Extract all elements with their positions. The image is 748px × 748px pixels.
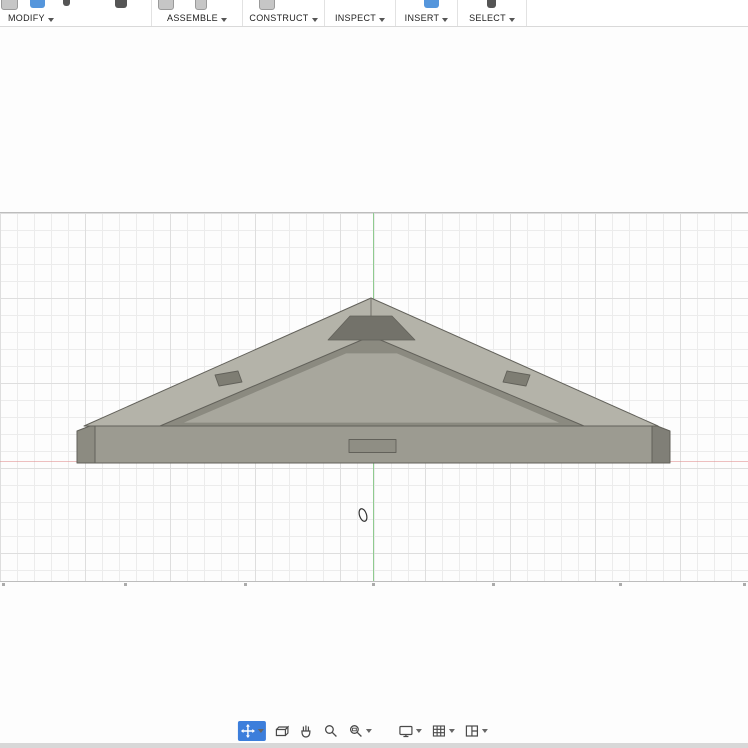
origin-ring[interactable] — [358, 508, 369, 523]
menu-construct[interactable]: CONSTRUCT — [243, 0, 325, 26]
model-slot-front[interactable] — [349, 440, 396, 453]
top-toolbar: MODIFY ASSEMBLE CONSTRUCT INSPECT INSERT… — [0, 0, 748, 27]
toolbar-icon-fragment[interactable] — [30, 0, 45, 8]
toolbar-icon-fragment[interactable] — [195, 0, 207, 10]
menu-inspect[interactable]: INSPECT — [325, 0, 396, 26]
menu-assemble-label: ASSEMBLE — [167, 13, 218, 23]
grid-tick — [244, 583, 247, 586]
display-settings-icon[interactable] — [396, 721, 424, 741]
move-arrows-icon[interactable] — [238, 721, 266, 741]
menu-construct-label: CONSTRUCT — [249, 13, 308, 23]
hand-icon[interactable] — [296, 721, 316, 741]
model-face-right-cap[interactable] — [652, 424, 670, 463]
grid-tick — [372, 583, 375, 586]
magnifier-icon[interactable] — [321, 721, 341, 741]
menu-inspect-label: INSPECT — [335, 13, 376, 23]
menu-modify[interactable]: MODIFY — [0, 0, 152, 26]
chevron-down-icon — [379, 18, 385, 22]
chevron-down-icon — [258, 729, 264, 733]
chevron-down-icon — [449, 729, 455, 733]
chevron-down-icon — [482, 729, 488, 733]
model-face-left-cap[interactable] — [77, 424, 95, 463]
menu-insert-label: INSERT — [405, 13, 440, 23]
box-icon[interactable] — [271, 721, 291, 741]
viewports-icon[interactable] — [462, 721, 490, 741]
chevron-down-icon — [48, 18, 54, 22]
menu-modify-label: MODIFY — [8, 13, 45, 23]
toolbar-icon-fragment[interactable] — [158, 0, 174, 10]
grid-icon[interactable] — [429, 721, 457, 741]
toolbar-icon-fragment[interactable] — [63, 0, 70, 6]
grid-tick — [743, 583, 746, 586]
toolbar-icon-fragment[interactable] — [487, 0, 496, 8]
toolbar-icon-fragment[interactable] — [259, 0, 275, 10]
model-3d-triangular-tray[interactable] — [0, 212, 748, 580]
chevron-down-icon — [442, 18, 448, 22]
chevron-down-icon — [221, 18, 227, 22]
toolbar-icon-fragment[interactable] — [424, 0, 439, 8]
toolbar-icon-fragment[interactable] — [1, 0, 18, 10]
grid-tick — [619, 583, 622, 586]
grid-tick — [2, 583, 5, 586]
chevron-down-icon — [366, 729, 372, 733]
viewport-canvas[interactable] — [0, 27, 748, 743]
chevron-down-icon — [509, 18, 515, 22]
grid-tick — [124, 583, 127, 586]
chevron-down-icon — [312, 18, 318, 22]
chevron-down-icon — [416, 729, 422, 733]
bottom-edge-strip — [0, 743, 748, 748]
toolbar-spacer — [527, 0, 748, 26]
grid-tick — [492, 583, 495, 586]
menu-select-label: SELECT — [469, 13, 506, 23]
magnifier-window-icon[interactable] — [346, 721, 374, 741]
view-navigation-bar — [238, 721, 490, 741]
toolbar-icon-fragment[interactable] — [115, 0, 127, 8]
